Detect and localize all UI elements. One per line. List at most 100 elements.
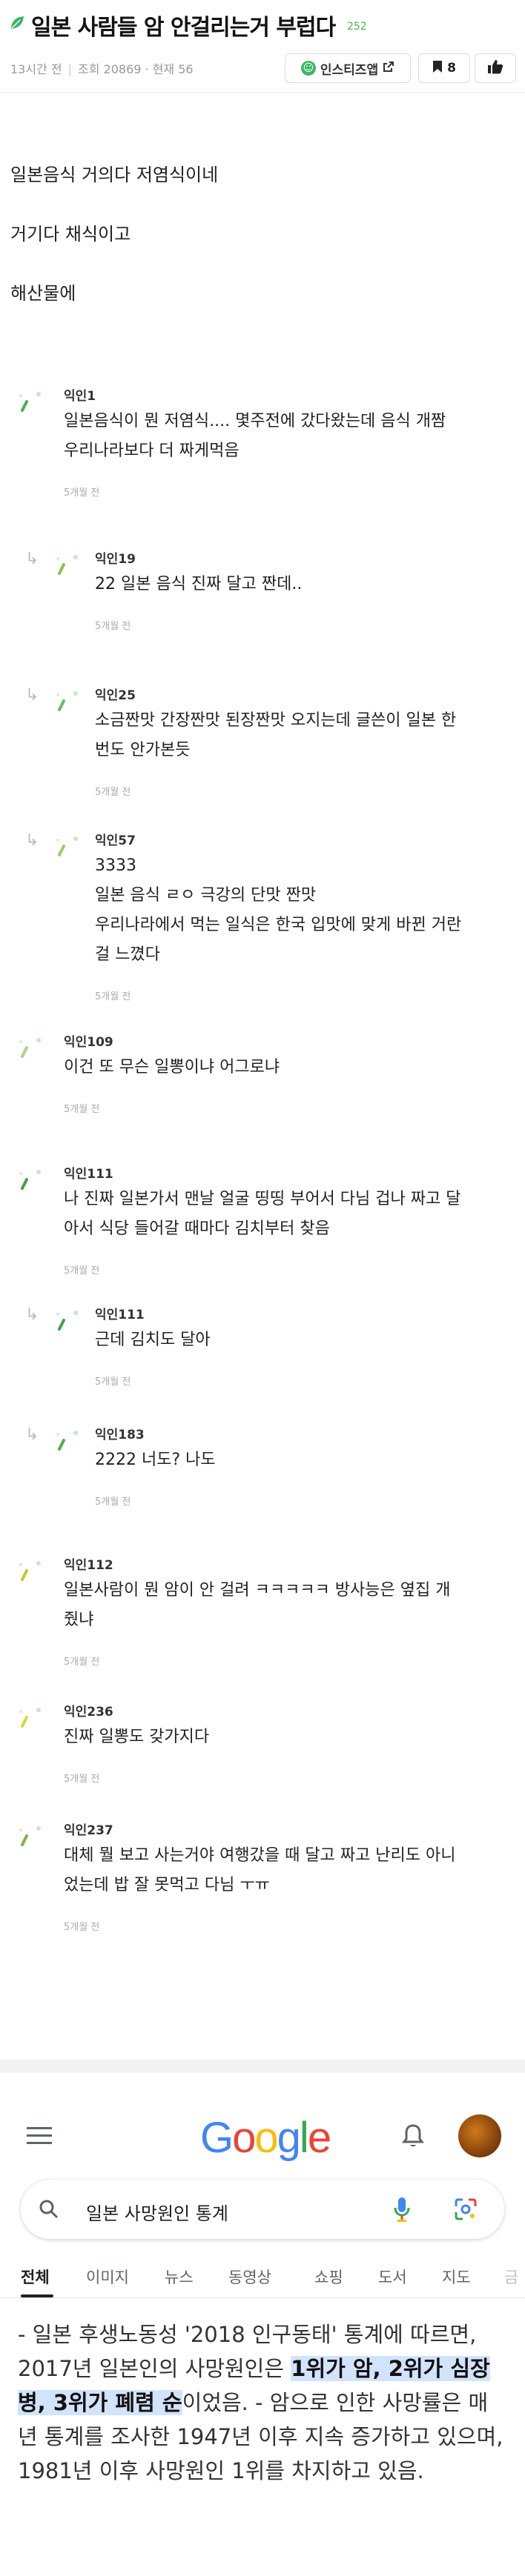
- like-button[interactable]: [475, 53, 516, 83]
- comment-time: 5개월 전: [95, 991, 131, 1002]
- anonymous-avatar: [16, 388, 46, 418]
- search-tab[interactable]: 동영상: [228, 2266, 271, 2288]
- anonymous-avatar: [53, 688, 83, 717]
- bookmark-icon: [432, 60, 443, 77]
- search-tab[interactable]: 전체: [21, 2266, 50, 2288]
- search-tab[interactable]: 도서: [378, 2266, 407, 2288]
- anonymous-avatar: [16, 1557, 46, 1587]
- anonymous-avatar: [16, 1704, 46, 1734]
- comment-author[interactable]: 익인25: [95, 685, 136, 703]
- comment-text: 근데 김치도 달아: [95, 1331, 211, 1349]
- comment-text: 이건 또 무슨 일뽕이냐 어그로냐: [64, 1058, 280, 1076]
- anonymous-avatar: [53, 551, 83, 581]
- post-current: 현재 56: [152, 62, 194, 76]
- post-meta: 13시간 전 | 조회 20869 · 현재 56: [10, 62, 194, 76]
- section-divider: [0, 2060, 525, 2073]
- search-tab[interactable]: 이미지: [86, 2266, 129, 2288]
- smile-icon: ☺: [300, 61, 316, 76]
- comment-time: 5개월 전: [64, 1657, 100, 1668]
- post-body-line: 해산물에: [10, 283, 76, 304]
- instiz-app-button[interactable]: ☺ 인스티즈앱: [285, 53, 411, 83]
- google-logo-letter: l: [299, 2114, 309, 2162]
- search-icon: [39, 2199, 59, 2223]
- reply-arrow-icon: ↳: [25, 831, 39, 850]
- anonymous-avatar: [16, 1823, 46, 1852]
- external-link-icon: [383, 61, 394, 76]
- comment-author[interactable]: 익인19: [95, 548, 136, 567]
- post-title: 일본 사람들 암 안걸리는거 부럽다: [31, 15, 336, 41]
- comment-time: 5개월 전: [64, 487, 100, 499]
- comment-text: 아서 식당 들어갈 때마다 김치부터 찾음: [64, 1219, 330, 1238]
- reply-arrow-icon: ↳: [25, 686, 39, 705]
- anonymous-avatar: [53, 1427, 83, 1457]
- reply-arrow-icon: ↳: [25, 550, 39, 568]
- google-logo-letter: o: [254, 2114, 278, 2162]
- microphone-icon[interactable]: [393, 2196, 411, 2226]
- comment-text: 대체 뭘 보고 사는거야 여행갔을 때 달고 짜고 난리도 아니: [64, 1846, 456, 1865]
- comment-text: 3333: [95, 856, 136, 875]
- comment-time: 5개월 전: [64, 1104, 100, 1115]
- search-tab[interactable]: 뉴스: [165, 2266, 194, 2288]
- comment-time: 5개월 전: [64, 1265, 100, 1277]
- comment-author[interactable]: 익인57: [95, 830, 136, 848]
- comment-time: 5개월 전: [95, 621, 131, 632]
- search-tab[interactable]: 쇼핑: [314, 2266, 343, 2288]
- search-query-text[interactable]: 일본 사망원인 통계: [86, 2199, 228, 2225]
- anonymous-avatar: [53, 833, 83, 862]
- account-avatar[interactable]: [458, 2114, 501, 2157]
- google-logo-letter: G: [200, 2114, 234, 2162]
- comment-text: 나 진짜 일본가서 맨날 얼굴 띵띵 부어서 다님 겁나 짜고 달: [64, 1190, 461, 1208]
- comment-text: 우리나라에서 먹는 일식은 한국 입맛에 맞게 바뀐 거란: [95, 916, 462, 934]
- scrap-count: 8: [447, 61, 456, 76]
- instiz-app-label: 인스티즈앱: [320, 62, 379, 78]
- comment-text: 진짜 일뽕도 갖가지다: [64, 1728, 210, 1746]
- post-body-line: 거기다 채식이고: [10, 224, 131, 244]
- header-divider: [0, 92, 525, 93]
- comment-time: 5개월 전: [64, 1774, 100, 1785]
- search-result-snippet: - 일본 후생노동성 '2018 인구동태' 통계에 따르면, 2017년 일본…: [18, 2317, 507, 2488]
- thumbs-up-icon: [487, 59, 503, 77]
- comment-author[interactable]: 익인112: [64, 1554, 113, 1573]
- comment-text: 22 일본 음식 진짜 달고 짠데..: [95, 575, 303, 593]
- search-tab[interactable]: 금: [504, 2266, 525, 2288]
- google-logo[interactable]: Google: [200, 2113, 331, 2163]
- post-body-line: 일본음식 거의다 저염식이네: [10, 164, 219, 185]
- leaf-icon: [9, 15, 25, 34]
- anonymous-avatar: [53, 1307, 83, 1337]
- comment-text: 2222 너도? 나도: [95, 1451, 216, 1469]
- anonymous-avatar: [16, 1034, 46, 1064]
- post-time: 13시간 전: [10, 62, 62, 76]
- comment-time: 5개월 전: [95, 1497, 131, 1508]
- google-lens-icon[interactable]: [454, 2197, 478, 2224]
- anonymous-avatar: [16, 1166, 46, 1196]
- comment-time: 5개월 전: [95, 1377, 131, 1388]
- comment-author[interactable]: 익인1: [64, 385, 96, 404]
- search-tab[interactable]: 지도: [442, 2266, 471, 2288]
- comment-author[interactable]: 익인237: [64, 1820, 113, 1838]
- notification-bell-icon[interactable]: [402, 2123, 424, 2151]
- comment-author[interactable]: 익인111: [64, 1163, 113, 1182]
- comment-text: 줬냐: [64, 1611, 94, 1629]
- reply-arrow-icon: ↳: [25, 1425, 39, 1444]
- hamburger-menu-icon[interactable]: [27, 2126, 52, 2149]
- comment-text: 우리나라보다 더 짜게먹음: [64, 442, 240, 460]
- comment-text: 일본 음식 ㄹㅇ 극강의 단맛 짠맛: [95, 886, 317, 905]
- google-logo-letter: g: [277, 2114, 301, 2162]
- comment-time: 5개월 전: [95, 787, 131, 798]
- comment-text: 번도 안가본듯: [95, 741, 191, 759]
- comment-author[interactable]: 익인183: [95, 1424, 145, 1442]
- comment-text: 었는데 밥 잘 못먹고 다님 ㅜㅠ: [64, 1876, 270, 1894]
- reply-arrow-icon: ↳: [25, 1305, 39, 1324]
- scrap-button[interactable]: 8: [418, 53, 470, 83]
- google-logo-text: Google: [200, 2114, 331, 2162]
- comment-author[interactable]: 익인111: [95, 1304, 145, 1322]
- comment-author[interactable]: 익인109: [64, 1031, 113, 1050]
- google-logo-letter: o: [232, 2114, 256, 2162]
- comment-author[interactable]: 익인236: [64, 1701, 113, 1720]
- comment-text: 일본사람이 뭔 암이 안 걸려 ㅋㅋㅋㅋㅋ 방사능은 옆집 개: [64, 1581, 451, 1600]
- comment-count-badge: 252: [347, 21, 367, 33]
- google-logo-letter: e: [307, 2114, 331, 2162]
- comment-text: 걸 느꼈다: [95, 945, 160, 964]
- comment-text: 소금짠맛 간장짠맛 된장짠맛 오지는데 글쓴이 일본 한: [95, 711, 457, 730]
- comment-time: 5개월 전: [64, 1922, 100, 1933]
